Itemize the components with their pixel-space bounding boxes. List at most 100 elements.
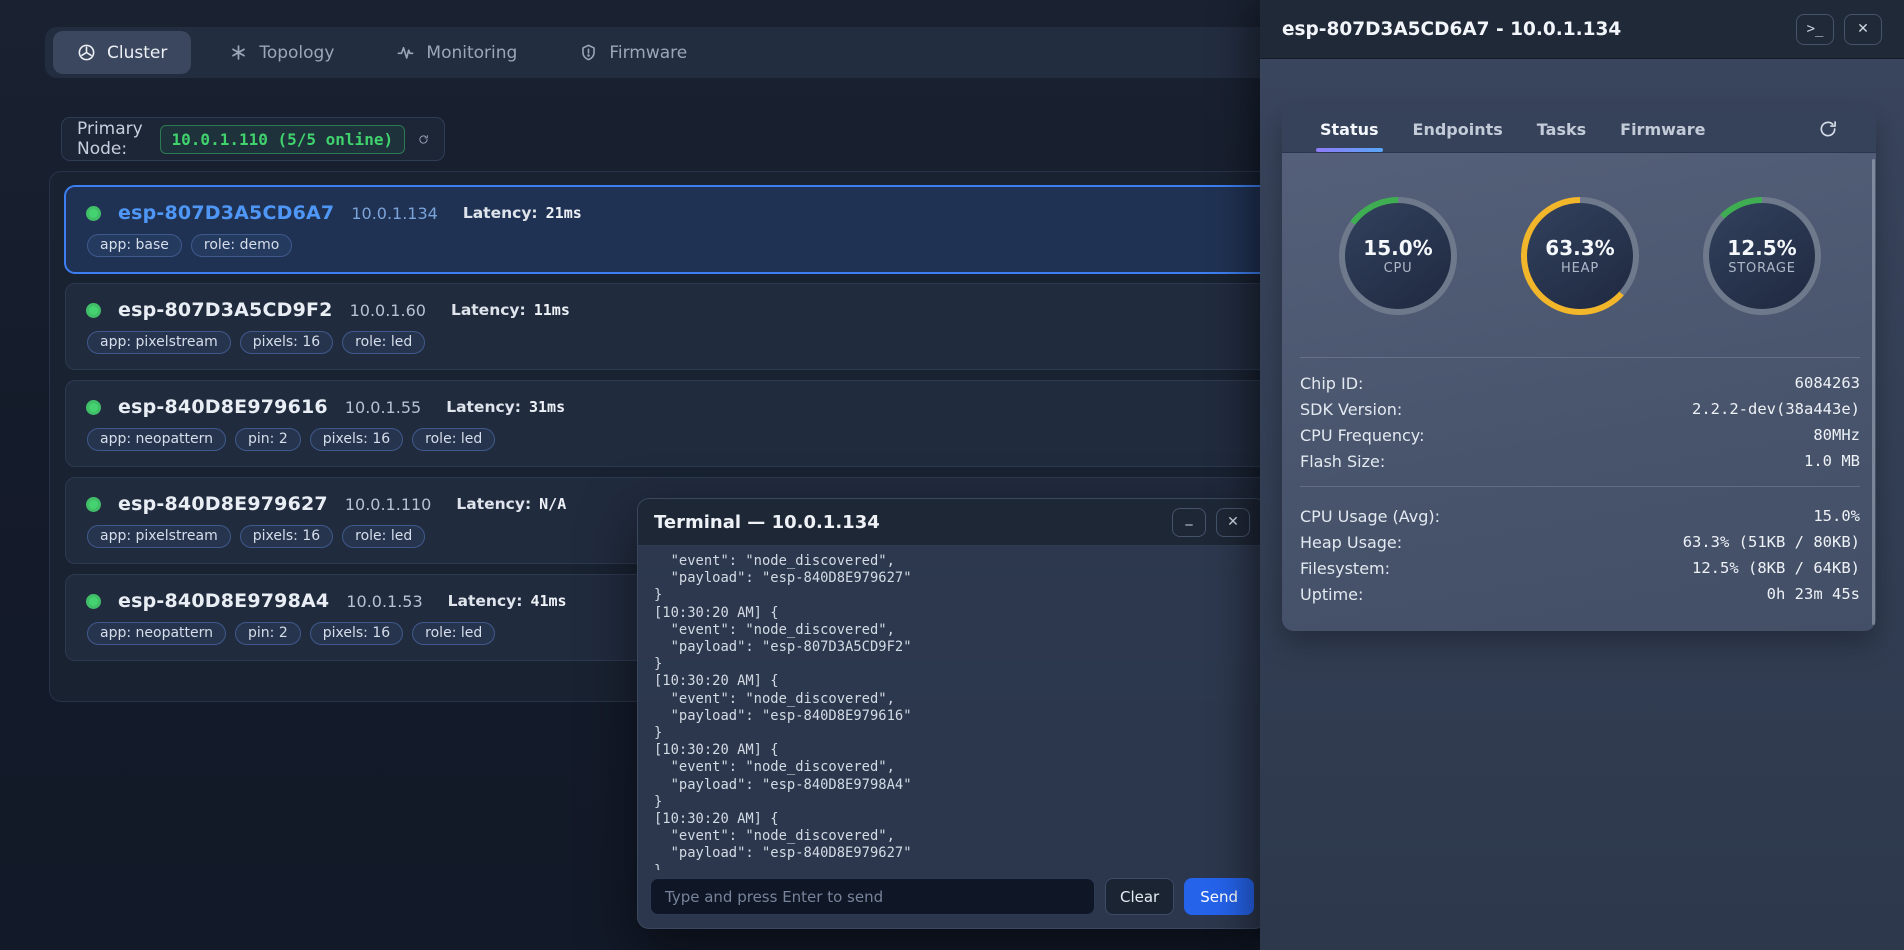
- status-tab-content: 15.0% CPU 63.3% HEAP 12.5% STORAGE: [1282, 153, 1876, 631]
- detail-tab-endpoints[interactable]: Endpoints: [1413, 106, 1503, 152]
- minimize-icon: _: [1186, 510, 1193, 526]
- info-row-cpu-usage: CPU Usage (Avg): 15.0%: [1298, 503, 1862, 529]
- terminal-input[interactable]: [650, 878, 1095, 915]
- cpu-gauge-value: 15.0%: [1363, 236, 1432, 260]
- refresh-icon[interactable]: [1818, 119, 1838, 139]
- latency-value: N/A: [539, 495, 566, 513]
- node-tag: role: led: [342, 525, 425, 548]
- info-row-heap-usage: Heap Usage: 63.3% (51KB / 80KB): [1298, 529, 1862, 555]
- terminal-title: Terminal — 10.0.1.134: [654, 512, 880, 533]
- tab-topology[interactable]: Topology: [205, 31, 358, 74]
- divider: [1300, 486, 1860, 487]
- tab-firmware[interactable]: Firmware: [555, 31, 711, 74]
- clear-button[interactable]: Clear: [1105, 878, 1174, 915]
- info-label: Flash Size:: [1300, 452, 1385, 471]
- log-line: "payload": "esp-807D3A5CD9F2": [654, 639, 1250, 656]
- info-value: 63.3% (51KB / 80KB): [1683, 533, 1860, 551]
- node-tag: app: base: [87, 234, 182, 257]
- node-tag: app: pixelstream: [87, 331, 231, 354]
- node-name: esp-840D8E9798A4: [118, 590, 329, 612]
- terminal-log[interactable]: "event": "node_discovered", "payload": "…: [638, 546, 1266, 870]
- topology-icon: [229, 43, 248, 62]
- primary-node-label: Primary Node:: [77, 119, 147, 159]
- terminal-titlebar[interactable]: Terminal — 10.0.1.134 _ ✕: [638, 499, 1266, 546]
- log-line: }: [654, 587, 1250, 604]
- node-name: esp-807D3A5CD9F2: [118, 299, 333, 321]
- info-value: 1.0 MB: [1804, 452, 1860, 470]
- log-line: "event": "node_discovered",: [654, 622, 1250, 639]
- app-root: Cluster Topology Monitoring Firmware Pri…: [0, 0, 1904, 950]
- tab-monitoring[interactable]: Monitoring: [372, 31, 541, 74]
- node-name: esp-840D8E979627: [118, 493, 328, 515]
- node-tag: pin: 2: [235, 622, 301, 645]
- node-tag: pixels: 16: [310, 428, 403, 451]
- info-label: CPU Frequency:: [1300, 426, 1425, 445]
- info-row-flash-size: Flash Size: 1.0 MB: [1298, 448, 1862, 474]
- send-button[interactable]: Send: [1184, 878, 1254, 915]
- terminal-minimize-button[interactable]: _: [1172, 508, 1206, 537]
- node-tag: app: pixelstream: [87, 525, 231, 548]
- monitoring-icon: [396, 43, 415, 62]
- divider: [1300, 357, 1860, 358]
- primary-node-bar: Primary Node: 10.0.1.110 (5/5 online): [61, 117, 445, 161]
- info-value: 12.5% (8KB / 64KB): [1692, 559, 1860, 577]
- node-tag: role: demo: [191, 234, 292, 257]
- detail-tab-status[interactable]: Status: [1320, 106, 1379, 152]
- storage-gauge: 12.5% STORAGE: [1703, 197, 1821, 315]
- log-line: "event": "node_discovered",: [654, 828, 1250, 845]
- detail-panel-title: esp-807D3A5CD6A7 - 10.0.1.134: [1282, 19, 1621, 40]
- storage-gauge-value: 12.5%: [1727, 236, 1796, 260]
- log-line: }: [654, 863, 1250, 870]
- info-value: 6084263: [1795, 374, 1860, 392]
- node-tag: role: led: [412, 428, 495, 451]
- node-tag: role: led: [412, 622, 495, 645]
- log-line: "event": "node_discovered",: [654, 553, 1250, 570]
- log-line: [10:30:20 AM] {: [654, 811, 1250, 828]
- panel-scrollbar[interactable]: [1872, 159, 1875, 625]
- detail-tabs: Status Endpoints Tasks Firmware: [1282, 106, 1876, 153]
- log-line: "payload": "esp-840D8E979616": [654, 708, 1250, 725]
- refresh-icon[interactable]: [418, 130, 429, 149]
- terminal-window: Terminal — 10.0.1.134 _ ✕ "event": "node…: [637, 498, 1267, 929]
- node-tag: pixels: 16: [240, 331, 333, 354]
- info-row-cpu-frequency: CPU Frequency: 80MHz: [1298, 422, 1862, 448]
- node-tag: role: led: [342, 331, 425, 354]
- panel-close-button[interactable]: ✕: [1844, 14, 1882, 45]
- online-status-icon: [86, 497, 101, 512]
- terminal-prompt-icon: >_: [1807, 21, 1824, 37]
- latency-label: Latency:: [456, 495, 531, 513]
- node-ip: 10.0.1.60: [350, 301, 426, 320]
- terminal-close-button[interactable]: ✕: [1216, 508, 1250, 537]
- log-line: }: [654, 725, 1250, 742]
- latency-value: 21ms: [546, 204, 582, 222]
- online-status-icon: [86, 594, 101, 609]
- log-line: "event": "node_discovered",: [654, 691, 1250, 708]
- latency-value: 41ms: [530, 592, 566, 610]
- heap-gauge-label: HEAP: [1561, 261, 1599, 276]
- log-line: "payload": "esp-840D8E979627": [654, 845, 1250, 862]
- gauge-row: 15.0% CPU 63.3% HEAP 12.5% STORAGE: [1298, 197, 1862, 315]
- node-tag: pin: 2: [235, 428, 301, 451]
- log-line: [10:30:20 AM] {: [654, 605, 1250, 622]
- detail-tab-firmware[interactable]: Firmware: [1620, 106, 1705, 152]
- detail-tab-tasks[interactable]: Tasks: [1537, 106, 1586, 152]
- heap-gauge-value: 63.3%: [1545, 236, 1614, 260]
- terminal-footer: Clear Send: [638, 870, 1266, 928]
- open-terminal-button[interactable]: >_: [1796, 14, 1834, 45]
- storage-gauge-label: STORAGE: [1728, 261, 1795, 276]
- detail-panel-header: esp-807D3A5CD6A7 - 10.0.1.134 >_ ✕: [1260, 0, 1904, 59]
- close-icon: ✕: [1227, 514, 1239, 530]
- tab-cluster[interactable]: Cluster: [53, 31, 191, 74]
- node-tag: app: neopattern: [87, 428, 226, 451]
- info-label: Filesystem:: [1300, 559, 1390, 578]
- node-tag: pixels: 16: [240, 525, 333, 548]
- online-status-icon: [86, 206, 101, 221]
- info-label: CPU Usage (Avg):: [1300, 507, 1440, 526]
- info-value: 15.0%: [1813, 507, 1860, 525]
- latency-value: 11ms: [534, 301, 570, 319]
- node-tag: app: neopattern: [87, 622, 226, 645]
- node-ip: 10.0.1.134: [351, 204, 438, 223]
- log-line: }: [654, 794, 1250, 811]
- node-ip: 10.0.1.53: [346, 592, 422, 611]
- node-ip: 10.0.1.55: [345, 398, 421, 417]
